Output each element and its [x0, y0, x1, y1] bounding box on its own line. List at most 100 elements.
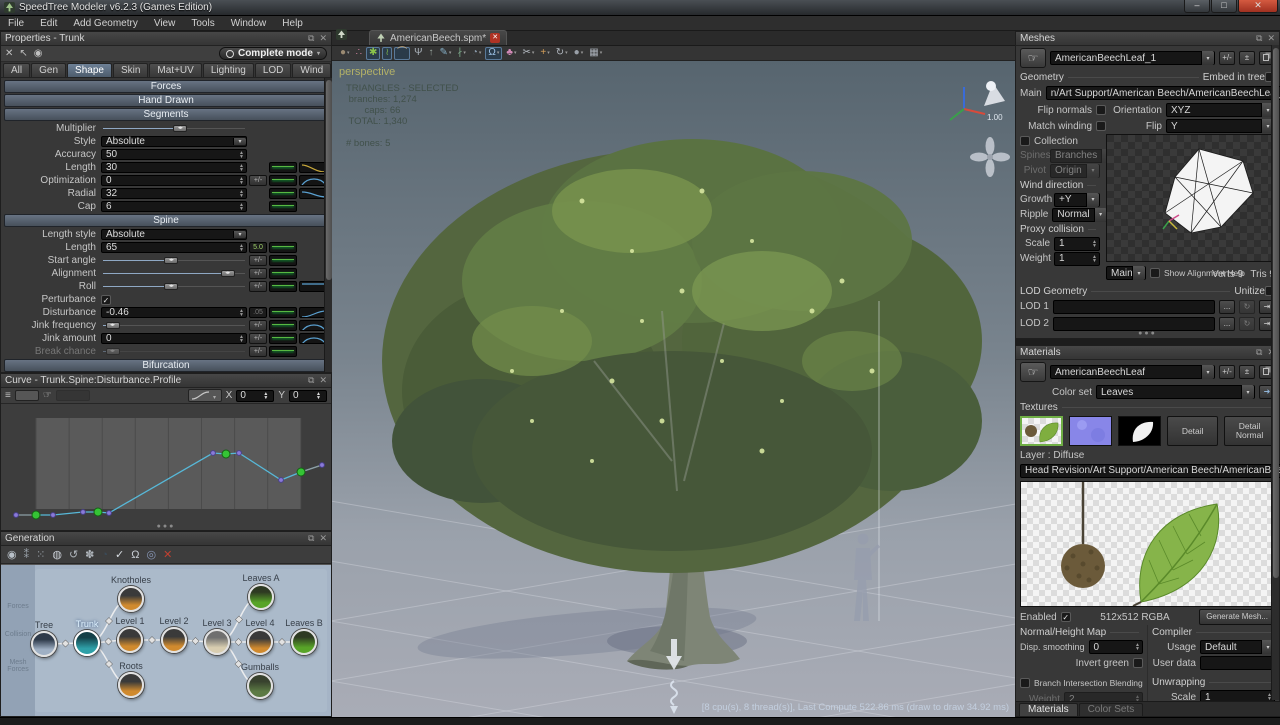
- spinner-icons[interactable]: ▲▼: [255, 392, 273, 400]
- variance-button[interactable]: +/-: [249, 281, 267, 292]
- drop-icon[interactable]: ◔▾: [470, 47, 484, 60]
- section-header-segments[interactable]: Segments: [4, 108, 328, 121]
- branch-bow-icon[interactable]: ⌒: [394, 47, 410, 60]
- ripple-dropdown[interactable]: Normal▾: [1052, 208, 1107, 222]
- variance-button[interactable]: +/-: [249, 320, 267, 331]
- curve-control-point[interactable]: [32, 511, 40, 519]
- length-field[interactable]: 65▲▼: [101, 242, 247, 253]
- meshes-panel-titlebar[interactable]: Meshes ⧉ ✕: [1016, 32, 1279, 46]
- variance-bar-widget[interactable]: [269, 281, 297, 292]
- close-tab-icon[interactable]: ✕: [490, 33, 500, 43]
- chevron-down-icon[interactable]: ▾: [565, 50, 568, 56]
- profile-curve-widget[interactable]: [299, 175, 327, 186]
- deselect-icon[interactable]: ✕: [5, 48, 13, 59]
- window-titlebar[interactable]: SpeedTree Modeler v6.2.3 (Games Edition)…: [0, 0, 1280, 16]
- user-data-field[interactable]: [1200, 656, 1275, 670]
- tab-shape[interactable]: Shape: [67, 63, 112, 77]
- chevron-down-icon[interactable]: ▾: [233, 231, 246, 238]
- break-chance-slider[interactable]: ◂▸: [101, 346, 247, 357]
- close-panel-icon[interactable]: ✕: [319, 533, 327, 544]
- section-header-forces[interactable]: Forces: [4, 80, 328, 93]
- variance-button[interactable]: +/-: [249, 255, 267, 266]
- node-level-4[interactable]: [247, 629, 273, 655]
- mesh-preview[interactable]: [1106, 134, 1277, 262]
- variance-badge[interactable]: 5.0: [249, 242, 267, 253]
- complete-mode-button[interactable]: Complete mode ▾: [219, 47, 327, 60]
- spinner-icons[interactable]: ▲▼: [237, 164, 246, 172]
- draw-tool-icon[interactable]: ✎▾: [437, 47, 453, 60]
- chevron-down-icon[interactable]: ▾: [463, 50, 466, 56]
- add-remove-button[interactable]: +/-: [1219, 51, 1235, 65]
- variance-button[interactable]: +/-: [249, 175, 267, 186]
- visibility-icon[interactable]: ◉: [34, 48, 43, 59]
- roll-slider[interactable]: ◂▸: [101, 281, 247, 292]
- menu-add-geometry[interactable]: Add Geometry: [73, 18, 137, 29]
- chevron-down-icon[interactable]: ▾: [1241, 385, 1254, 399]
- cap-field[interactable]: 6▲▼: [101, 201, 247, 212]
- frond-icon[interactable]: ≀: [382, 47, 392, 60]
- profile-curve-widget[interactable]: [299, 188, 327, 199]
- curve-control-point[interactable]: [297, 468, 305, 476]
- node-level-1[interactable]: [117, 627, 143, 653]
- slider-handle[interactable]: ◂▸: [164, 283, 178, 290]
- pink-tree-icon[interactable]: ♣▾: [504, 47, 518, 60]
- section-header-bifurcation[interactable]: Bifurcation: [4, 359, 328, 372]
- node-leaves-a[interactable]: [248, 584, 274, 610]
- texture-preview[interactable]: [1020, 481, 1275, 607]
- close-panel-icon[interactable]: ✕: [1267, 33, 1275, 44]
- properties-scrollbar[interactable]: [324, 78, 332, 372]
- loop-icon[interactable]: ↺: [69, 548, 78, 561]
- style-dropdown[interactable]: Absolute▾: [101, 136, 247, 147]
- node-knotholes[interactable]: [118, 586, 144, 612]
- rotate-icon[interactable]: ↻▾: [554, 47, 570, 60]
- node-level-3[interactable]: [204, 629, 230, 655]
- node-roots[interactable]: [118, 672, 144, 698]
- variance-bar-widget[interactable]: [269, 255, 297, 266]
- preview-lod-dropdown[interactable]: Main▾: [1106, 266, 1146, 280]
- jink-frequency-slider[interactable]: ◂▸: [101, 320, 247, 331]
- leaf-star-icon[interactable]: ✱: [366, 47, 380, 60]
- node-level-2[interactable]: [161, 627, 187, 653]
- curve-control-point[interactable]: [222, 450, 230, 458]
- menu-view[interactable]: View: [154, 18, 176, 29]
- dual-node-icon[interactable]: ⁑: [24, 548, 30, 561]
- menu-window[interactable]: Window: [231, 18, 267, 29]
- chevron-down-icon[interactable]: ▾: [479, 50, 482, 56]
- curve-preset-dropdown[interactable]: ▾: [188, 389, 222, 402]
- profile-curve-widget[interactable]: [299, 281, 327, 292]
- variance-bar-widget[interactable]: [269, 188, 297, 199]
- variance-button[interactable]: +/-: [249, 268, 267, 279]
- section-header-hand-drawn[interactable]: Hand Drawn: [4, 94, 328, 107]
- curve-y-field[interactable]: 0 ▲▼: [289, 390, 327, 402]
- hands-tree-icon[interactable]: ✽: [85, 548, 94, 561]
- invert-green-checkbox[interactable]: [1133, 658, 1143, 668]
- panel-resize-handle[interactable]: ●●●: [1138, 330, 1157, 337]
- menu-file[interactable]: File: [8, 18, 24, 29]
- disp-smoothing-field[interactable]: 0▲▼: [1089, 640, 1143, 654]
- check-icon[interactable]: ✓: [115, 548, 124, 561]
- panel-resize-handle[interactable]: ●●●: [157, 523, 176, 530]
- sprout-icon[interactable]: ↑: [426, 47, 435, 60]
- profile-curve-widget[interactable]: [299, 162, 327, 173]
- palm-icon[interactable]: Ψ: [412, 47, 424, 60]
- grid-window-icon[interactable]: ▦▾: [587, 47, 604, 60]
- maximize-button[interactable]: □: [1211, 0, 1237, 13]
- grass-icon[interactable]: ∤▾: [455, 47, 468, 60]
- slider-handle[interactable]: ◂▸: [173, 125, 187, 132]
- delete-node-icon[interactable]: ✕: [163, 548, 172, 561]
- variance-button[interactable]: +/-: [249, 346, 267, 357]
- gizmo-icon[interactable]: +▾: [538, 47, 551, 60]
- jink-amount-field[interactable]: 0▲▼: [101, 333, 247, 344]
- main-mesh-path-field[interactable]: n/Art Support/American Beech/AmericanBee…: [1046, 86, 1280, 100]
- curve-handle-point[interactable]: [51, 513, 56, 518]
- lod2-field[interactable]: [1053, 317, 1215, 331]
- tab-skin[interactable]: Skin: [113, 63, 148, 77]
- spinner-icons[interactable]: ▲▼: [237, 177, 246, 185]
- tab-color-sets[interactable]: Color Sets: [1079, 703, 1144, 716]
- orientation-dropdown[interactable]: XYZ ▾: [1166, 103, 1275, 117]
- lock-icon[interactable]: Ω: [131, 549, 139, 561]
- sphere-icon[interactable]: ◍: [52, 548, 62, 561]
- spinner-icons[interactable]: ▲▼: [237, 244, 246, 252]
- hand-icon[interactable]: ☞: [1020, 48, 1046, 68]
- photo-sphere-icon[interactable]: ●▾: [338, 47, 352, 60]
